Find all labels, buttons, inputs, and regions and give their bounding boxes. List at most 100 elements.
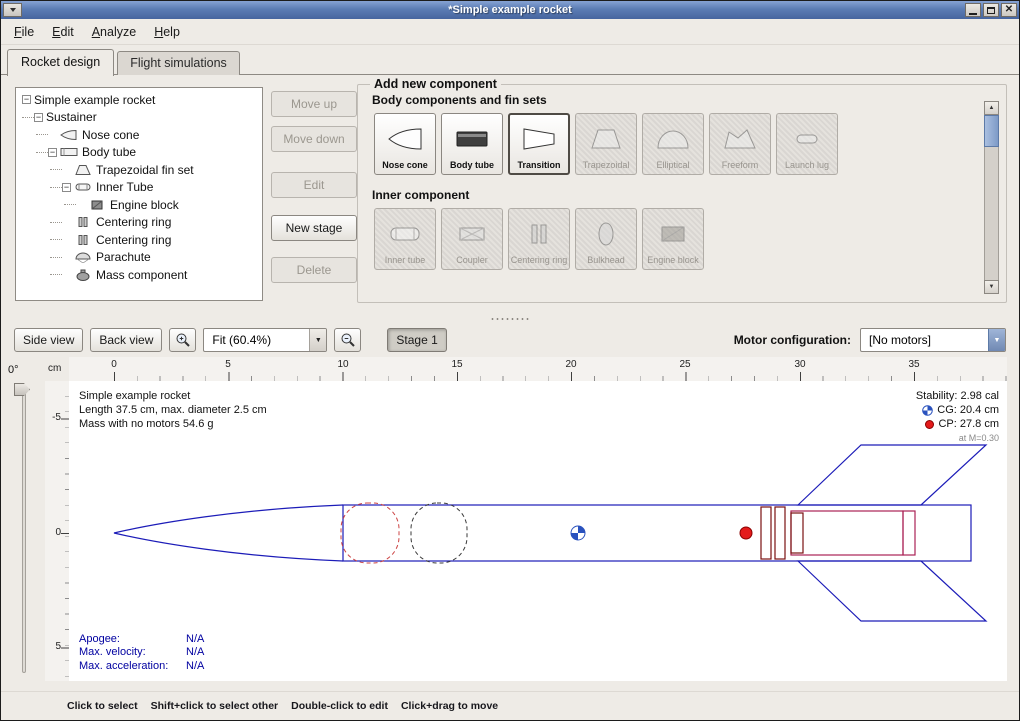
delete-button[interactable]: Delete bbox=[271, 257, 357, 283]
stability-info: Stability: 2.98 cal CG: 20.4 cm CP: 27.8… bbox=[916, 389, 999, 445]
panel-splitter[interactable] bbox=[1, 315, 1019, 323]
scrollbar-thumb[interactable] bbox=[984, 115, 999, 147]
chevron-down-icon: ▼ bbox=[309, 329, 326, 351]
body-tube-icon bbox=[60, 146, 78, 158]
minimize-icon bbox=[969, 13, 977, 15]
fin-lower-shape[interactable] bbox=[798, 561, 986, 621]
tree-item-label: Trapezoidal fin set bbox=[96, 163, 194, 177]
splitter-grip-icon bbox=[490, 317, 530, 321]
zoom-in-button[interactable] bbox=[169, 328, 196, 352]
centering-ring-1-shape[interactable] bbox=[761, 507, 771, 559]
tree-item-fin-set[interactable]: Trapezoidal fin set bbox=[18, 161, 260, 179]
motor-configuration-select[interactable]: [No motors] ▼ bbox=[860, 328, 1006, 352]
collapse-icon[interactable]: − bbox=[48, 148, 57, 157]
tree-item-centering-ring-1[interactable]: Centering ring bbox=[18, 214, 260, 232]
component-button-bulkhead[interactable]: Bulkhead bbox=[575, 208, 637, 270]
body-tube-shape[interactable] bbox=[343, 505, 971, 561]
menu-file[interactable]: File bbox=[5, 21, 43, 43]
component-button-engine-block[interactable]: Engine block bbox=[642, 208, 704, 270]
tree-item-nose-cone[interactable]: Nose cone bbox=[18, 126, 260, 144]
back-view-button[interactable]: Back view bbox=[90, 328, 162, 352]
centering-ring-2-shape[interactable] bbox=[775, 507, 785, 559]
bulkhead-icon bbox=[586, 212, 626, 256]
tree-item-body-tube[interactable]: − Body tube bbox=[18, 144, 260, 162]
menu-help[interactable]: Help bbox=[145, 21, 189, 43]
tab-flight-simulations[interactable]: Flight simulations bbox=[117, 51, 240, 75]
window-menu-button[interactable] bbox=[3, 3, 22, 17]
component-button-centering-ring[interactable]: Centering ring bbox=[508, 208, 570, 270]
cg-marker bbox=[571, 526, 585, 540]
component-button-body-tube[interactable]: Body tube bbox=[441, 113, 503, 175]
tree-item-label: Centering ring bbox=[96, 233, 171, 247]
collapse-icon[interactable]: − bbox=[34, 113, 43, 122]
component-button-launch-lug[interactable]: Launch lug bbox=[776, 113, 838, 175]
collapse-icon[interactable]: − bbox=[62, 183, 71, 192]
tree-item-sustainer[interactable]: − Sustainer bbox=[18, 109, 260, 127]
motor-configuration-value: [No motors] bbox=[861, 333, 988, 347]
max-acceleration-label: Max. acceleration: bbox=[79, 660, 186, 674]
nose-cone-icon bbox=[60, 129, 78, 141]
tree-item-engine-block[interactable]: Engine block bbox=[18, 196, 260, 214]
parachute-shape[interactable] bbox=[341, 503, 399, 563]
mass-component-icon bbox=[74, 269, 92, 281]
cp-legend-icon bbox=[925, 420, 934, 429]
collapse-icon[interactable]: − bbox=[22, 95, 31, 104]
close-button[interactable]: ✕ bbox=[1001, 3, 1017, 17]
max-velocity-value: N/A bbox=[186, 646, 204, 660]
centering-ring-icon bbox=[74, 234, 92, 246]
centering-ring-icon bbox=[519, 212, 559, 256]
move-down-button[interactable]: Move down bbox=[271, 126, 357, 152]
new-stage-button[interactable]: New stage bbox=[271, 215, 357, 241]
component-button-transition[interactable]: Transition bbox=[508, 113, 570, 175]
tree-item-parachute[interactable]: Parachute bbox=[18, 249, 260, 267]
titlebar[interactable]: *Simple example rocket ✕ bbox=[1, 1, 1019, 19]
tree-item-label: Simple example rocket bbox=[34, 93, 155, 107]
mass-component-shape[interactable] bbox=[411, 503, 467, 563]
component-button-freeform[interactable]: Freeform bbox=[709, 113, 771, 175]
component-button-coupler[interactable]: Coupler bbox=[441, 208, 503, 270]
scroll-up-icon: ▲ bbox=[989, 105, 995, 111]
ruler-unit: cm bbox=[48, 363, 61, 374]
stage-1-toggle[interactable]: Stage 1 bbox=[387, 328, 446, 352]
tree-item-mass-component[interactable]: Mass component bbox=[18, 266, 260, 284]
side-view-button[interactable]: Side view bbox=[14, 328, 83, 352]
zoom-select[interactable]: Fit (60.4%) ▼ bbox=[203, 328, 327, 352]
tree-item-centering-ring-2[interactable]: Centering ring bbox=[18, 231, 260, 249]
tree-item-label: Engine block bbox=[110, 198, 179, 212]
tree-item-inner-tube[interactable]: − Inner Tube bbox=[18, 179, 260, 197]
menu-analyze[interactable]: Analyze bbox=[83, 21, 145, 43]
inner-tube-shape[interactable] bbox=[791, 511, 903, 555]
design-panel: − Simple example rocket − Sustainer Nose… bbox=[1, 75, 1019, 315]
rotation-slider-handle[interactable] bbox=[14, 383, 30, 396]
palette-scrollbar[interactable]: ▲ ▼ bbox=[984, 101, 999, 294]
maximize-button[interactable] bbox=[983, 3, 999, 17]
engine-block-shape[interactable] bbox=[791, 513, 803, 553]
rocket-view: 0° cm 0 5 10 15 20 25 30 35 -5 0 5 bbox=[1, 357, 1019, 691]
palette-title: Add new component bbox=[370, 77, 501, 91]
zoom-out-button[interactable] bbox=[334, 328, 361, 352]
component-button-inner-tube[interactable]: Inner tube bbox=[374, 208, 436, 270]
body-components-section-label: Body components and fin sets bbox=[372, 93, 996, 107]
inner-tube-end-shape[interactable] bbox=[903, 511, 915, 555]
tree-action-buttons: Move up Move down Edit New stage Delete bbox=[271, 91, 357, 283]
component-button-nose-cone[interactable]: Nose cone bbox=[374, 113, 436, 175]
cg-value: CG: 20.4 cm bbox=[937, 403, 999, 417]
edit-button[interactable]: Edit bbox=[271, 172, 357, 198]
nose-cone-shape[interactable] bbox=[114, 505, 343, 561]
minimize-button[interactable] bbox=[965, 3, 981, 17]
component-button-trapezoidal[interactable]: Trapezoidal bbox=[575, 113, 637, 175]
scroll-down-icon: ▼ bbox=[989, 284, 995, 290]
tab-rocket-design[interactable]: Rocket design bbox=[7, 49, 114, 76]
fin-upper-shape[interactable] bbox=[798, 445, 986, 505]
component-tree[interactable]: − Simple example rocket − Sustainer Nose… bbox=[15, 87, 263, 301]
component-button-elliptical[interactable]: Elliptical bbox=[642, 113, 704, 175]
rocket-canvas[interactable]: Simple example rocket Length 37.5 cm, ma… bbox=[69, 381, 1007, 681]
zoom-value: Fit (60.4%) bbox=[204, 333, 309, 347]
tree-item-rocket[interactable]: − Simple example rocket bbox=[18, 91, 260, 109]
scroll-down-button[interactable]: ▼ bbox=[984, 280, 999, 294]
menu-edit[interactable]: Edit bbox=[43, 21, 83, 43]
move-up-button[interactable]: Move up bbox=[271, 91, 357, 117]
scroll-up-button[interactable]: ▲ bbox=[984, 101, 999, 115]
cp-value: CP: 27.8 cm bbox=[938, 417, 999, 431]
rotation-slider[interactable] bbox=[22, 385, 26, 673]
